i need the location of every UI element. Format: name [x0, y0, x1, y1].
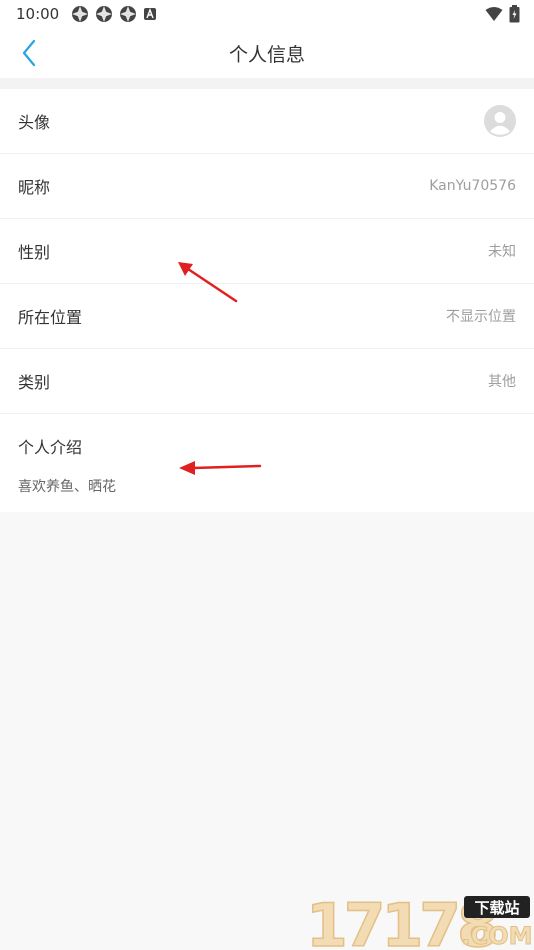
avatar-row[interactable]: 头像 — [0, 89, 534, 154]
location-row[interactable]: 所在位置 不显示位置 — [0, 284, 534, 349]
status-bar: 10:00 — [0, 0, 534, 28]
gender-value: 未知 — [488, 244, 516, 260]
nickname-value: KanYu70576 — [429, 178, 516, 194]
status-right-icons — [485, 5, 520, 23]
chevron-left-icon — [22, 39, 36, 67]
aperture-icon — [96, 6, 113, 22]
gender-row[interactable]: 性别 未知 — [0, 219, 534, 284]
watermark-logo: 17178 下载站 .COM — [305, 890, 533, 950]
page-title: 个人信息 — [228, 43, 305, 66]
keyboard-a-icon — [144, 8, 157, 20]
category-label: 类别 — [18, 373, 51, 392]
avatar-placeholder-icon[interactable] — [484, 105, 516, 137]
aperture-icon — [120, 6, 137, 22]
gender-label: 性别 — [18, 243, 51, 262]
watermark-domain: .COM — [461, 922, 532, 950]
status-time: 10:00 — [16, 5, 60, 23]
category-row[interactable]: 类别 其他 — [0, 349, 534, 414]
wifi-icon — [485, 7, 503, 21]
location-value: 不显示位置 — [446, 309, 516, 325]
bio-label: 个人介绍 — [18, 438, 83, 457]
category-value: 其他 — [488, 374, 516, 390]
nickname-label: 昵称 — [18, 178, 51, 197]
location-label: 所在位置 — [18, 308, 83, 327]
bio-section[interactable]: 个人介绍 喜欢养鱼、晒花 — [0, 414, 534, 512]
bio-text: 喜欢养鱼、晒花 — [18, 479, 116, 495]
nickname-row[interactable]: 昵称 KanYu70576 — [0, 154, 534, 219]
site-watermark: 17178 下载站 .COM — [304, 890, 534, 950]
section-divider — [0, 78, 534, 89]
battery-icon — [509, 5, 520, 23]
watermark-tag: 下载站 — [474, 899, 519, 917]
app-bar: 个人信息 — [0, 28, 534, 78]
notification-icons — [71, 5, 157, 23]
back-button[interactable] — [14, 38, 44, 68]
avatar-label: 头像 — [18, 113, 51, 132]
profile-info-list: 头像 昵称 KanYu70576 性别 未知 所在位置 不显示位置 类别 其他 … — [0, 89, 534, 512]
aperture-icon — [72, 6, 89, 22]
